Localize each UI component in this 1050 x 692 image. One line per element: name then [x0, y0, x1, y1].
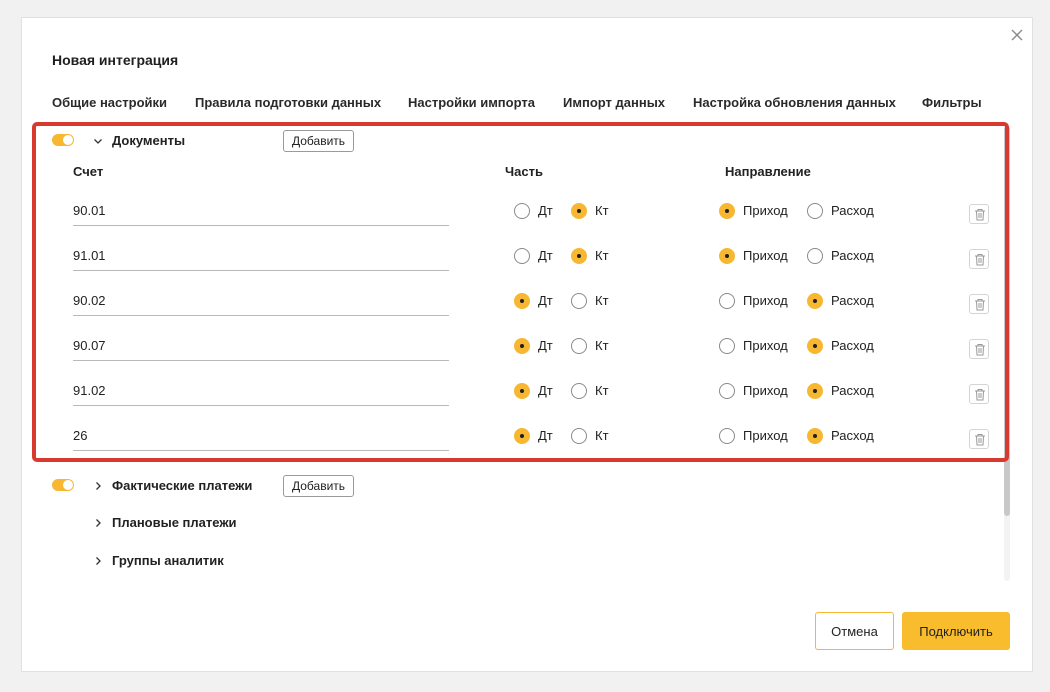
radio-circle-icon — [719, 203, 735, 219]
radio-circle-icon — [719, 383, 735, 399]
account-field[interactable]: 91.01 — [73, 247, 449, 271]
column-header-account: Счет — [73, 164, 104, 179]
analytics-groups-section-label: Группы аналитик — [112, 553, 224, 568]
documents-section-label: Документы — [112, 133, 186, 148]
tab-general-settings[interactable]: Общие настройки — [52, 95, 167, 110]
radio-circle-icon — [807, 248, 823, 264]
close-button[interactable] — [1009, 27, 1025, 43]
trash-icon — [975, 299, 985, 311]
account-field[interactable]: 91.02 — [73, 382, 449, 406]
radio-circle-icon — [571, 428, 587, 444]
trash-icon — [975, 254, 985, 266]
radio-circle-icon — [807, 293, 823, 309]
chevron-right-icon — [96, 519, 101, 527]
actual-payments-toggle[interactable] — [52, 479, 74, 491]
column-header-direction: Направление — [725, 164, 811, 179]
planned-payments-expand-button[interactable] — [92, 517, 104, 529]
dialog-title: Новая интеграция — [52, 52, 179, 68]
delete-row-button[interactable] — [969, 429, 989, 449]
radio-circle-icon — [807, 338, 823, 354]
trash-icon — [975, 209, 985, 221]
radio-circle-icon — [514, 428, 530, 444]
chevron-down-icon — [94, 139, 102, 144]
column-header-part: Часть — [505, 164, 543, 179]
radio-circle-icon — [514, 293, 530, 309]
new-integration-dialog: Новая интеграция Общие настройки Правила… — [21, 17, 1033, 672]
documents-toggle[interactable] — [52, 134, 74, 146]
radio-circle-icon — [571, 248, 587, 264]
radio-circle-icon — [571, 293, 587, 309]
account-field[interactable]: 90.02 — [73, 292, 449, 316]
table-row: 90.07 Дт Кт Приход Расход — [73, 337, 993, 367]
analytics-groups-expand-button[interactable] — [92, 555, 104, 567]
connect-button[interactable]: Подключить — [902, 612, 1010, 650]
account-field[interactable]: 26 — [73, 427, 449, 451]
actual-payments-add-button[interactable]: Добавить — [283, 475, 355, 497]
table-row: 26 Дт Кт Приход Расход — [73, 427, 993, 457]
account-field[interactable]: 90.07 — [73, 337, 449, 361]
close-icon — [1011, 29, 1023, 41]
scrollbar-thumb[interactable] — [1004, 126, 1010, 516]
table-row: 91.02 Дт Кт Приход Расход — [73, 382, 993, 412]
delete-row-button[interactable] — [969, 204, 989, 224]
delete-row-button[interactable] — [969, 339, 989, 359]
documents-expand-button[interactable] — [92, 135, 104, 147]
radio-circle-icon — [719, 248, 735, 264]
delete-row-button[interactable] — [969, 294, 989, 314]
delete-row-button[interactable] — [969, 249, 989, 269]
actual-payments-expand-button[interactable] — [92, 480, 104, 492]
radio-circle-icon — [719, 338, 735, 354]
radio-circle-icon — [719, 428, 735, 444]
tab-filters[interactable]: Фильтры — [922, 95, 982, 110]
radio-circle-icon — [571, 338, 587, 354]
radio-circle-icon — [571, 203, 587, 219]
scrollbar-track[interactable] — [1004, 126, 1010, 581]
delete-row-button[interactable] — [969, 384, 989, 404]
tab-import-settings[interactable]: Настройки импорта — [408, 95, 535, 110]
actual-payments-section-label: Фактические платежи — [112, 478, 253, 493]
account-field[interactable]: 90.01 — [73, 202, 449, 226]
trash-icon — [975, 344, 985, 356]
tab-data-update-settings[interactable]: Настройка обновления данных — [693, 95, 896, 110]
radio-circle-icon — [807, 383, 823, 399]
radio-circle-icon — [571, 383, 587, 399]
radio-circle-icon — [514, 383, 530, 399]
trash-icon — [975, 389, 985, 401]
table-row: 90.01 Дт Кт Приход Расход — [73, 202, 993, 232]
chevron-right-icon — [96, 482, 101, 490]
radio-circle-icon — [807, 428, 823, 444]
tab-data-import[interactable]: Импорт данных — [563, 95, 665, 110]
tab-data-preparation-rules[interactable]: Правила подготовки данных — [195, 95, 381, 110]
documents-add-button[interactable]: Добавить — [283, 130, 355, 152]
chevron-right-icon — [96, 557, 101, 565]
cancel-button[interactable]: Отмена — [815, 612, 894, 650]
table-row: 91.01 Дт Кт Приход Расход — [73, 247, 993, 277]
radio-circle-icon — [719, 293, 735, 309]
radio-circle-icon — [514, 248, 530, 264]
radio-circle-icon — [514, 338, 530, 354]
planned-payments-section-label: Плановые платежи — [112, 515, 237, 530]
table-row: 90.02 Дт Кт Приход Расход — [73, 292, 993, 322]
radio-circle-icon — [807, 203, 823, 219]
radio-circle-icon — [514, 203, 530, 219]
trash-icon — [975, 434, 985, 446]
